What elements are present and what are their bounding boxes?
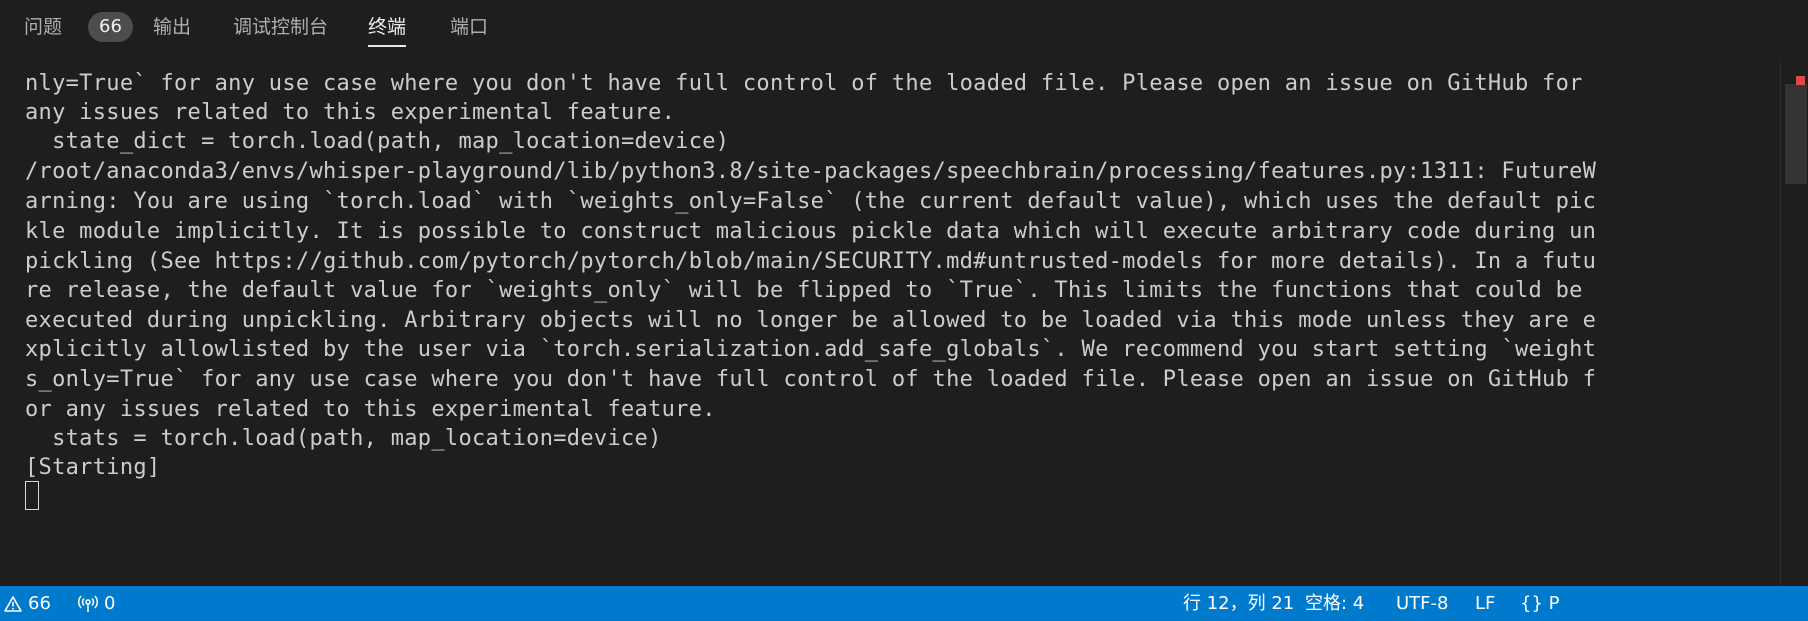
tab-debug-console-label: 调试控制台 <box>233 16 329 38</box>
language-mode: P <box>1548 593 1560 614</box>
terminal-line: kle module implicitly. It is possible to… <box>25 219 1597 244</box>
terminal-panel: 问题 66 输出 调试控制台 终端 端口 nly=True` for any u… <box>0 0 1808 621</box>
scrollbar-error-marker <box>1796 76 1805 85</box>
braces-icon: {} <box>1520 593 1543 614</box>
statusbar-eol[interactable]: LF <box>1475 586 1495 621</box>
panel-tab-bar: 问题 66 输出 调试控制台 终端 端口 <box>0 0 1808 58</box>
statusbar-encoding[interactable]: UTF-8 <box>1396 586 1448 621</box>
statusbar-language[interactable]: {} P <box>1520 586 1560 621</box>
terminal-line: /root/anaconda3/envs/whisper-playground/… <box>25 159 1597 184</box>
terminal-line: xplicitly allowlisted by the user via `t… <box>25 337 1597 362</box>
broadcast-icon <box>78 595 98 612</box>
terminal-cursor <box>25 481 39 510</box>
tab-output-label: 输出 <box>153 16 192 38</box>
problems-count-badge: 66 <box>88 12 133 42</box>
tab-terminal-label: 终端 <box>368 16 407 38</box>
terminal-output[interactable]: nly=True` for any use case where you don… <box>0 58 1780 586</box>
statusbar-indentation[interactable]: 空格: 4 <box>1305 586 1364 621</box>
scrollbar-thumb[interactable] <box>1785 84 1807 184</box>
terminal-line: state_dict = torch.load(path, map_locati… <box>25 129 730 154</box>
terminal-scrollbar[interactable] <box>1780 58 1808 586</box>
tab-ports[interactable]: 端口 <box>450 15 488 47</box>
statusbar-problems[interactable]: 66 <box>4 586 51 621</box>
terminal-line: re release, the default value for `weigh… <box>25 278 1583 303</box>
tab-output[interactable]: 输出 <box>153 15 191 47</box>
status-bar: 66 0 行 12，列 21 空格: 4 UTF-8 LF {} P <box>0 586 1808 621</box>
statusbar-cursor-position[interactable]: 行 12，列 21 <box>1183 586 1294 621</box>
warning-icon <box>4 596 22 612</box>
terminal-line: arning: You are using `torch.load` with … <box>25 189 1597 214</box>
statusbar-ports[interactable]: 0 <box>78 586 115 621</box>
tab-debug-console[interactable]: 调试控制台 <box>233 15 328 47</box>
tab-ports-label: 端口 <box>450 16 489 38</box>
ports-count: 0 <box>104 593 116 614</box>
terminal-line: s_only=True` for any use case where you … <box>25 367 1597 392</box>
tab-terminal[interactable]: 终端 <box>368 15 407 47</box>
tab-problems-label: 问题 <box>24 16 63 38</box>
problems-count: 66 <box>28 593 51 614</box>
tab-problems[interactable]: 问题 <box>24 15 62 47</box>
terminal-line: [Starting] <box>25 455 161 480</box>
